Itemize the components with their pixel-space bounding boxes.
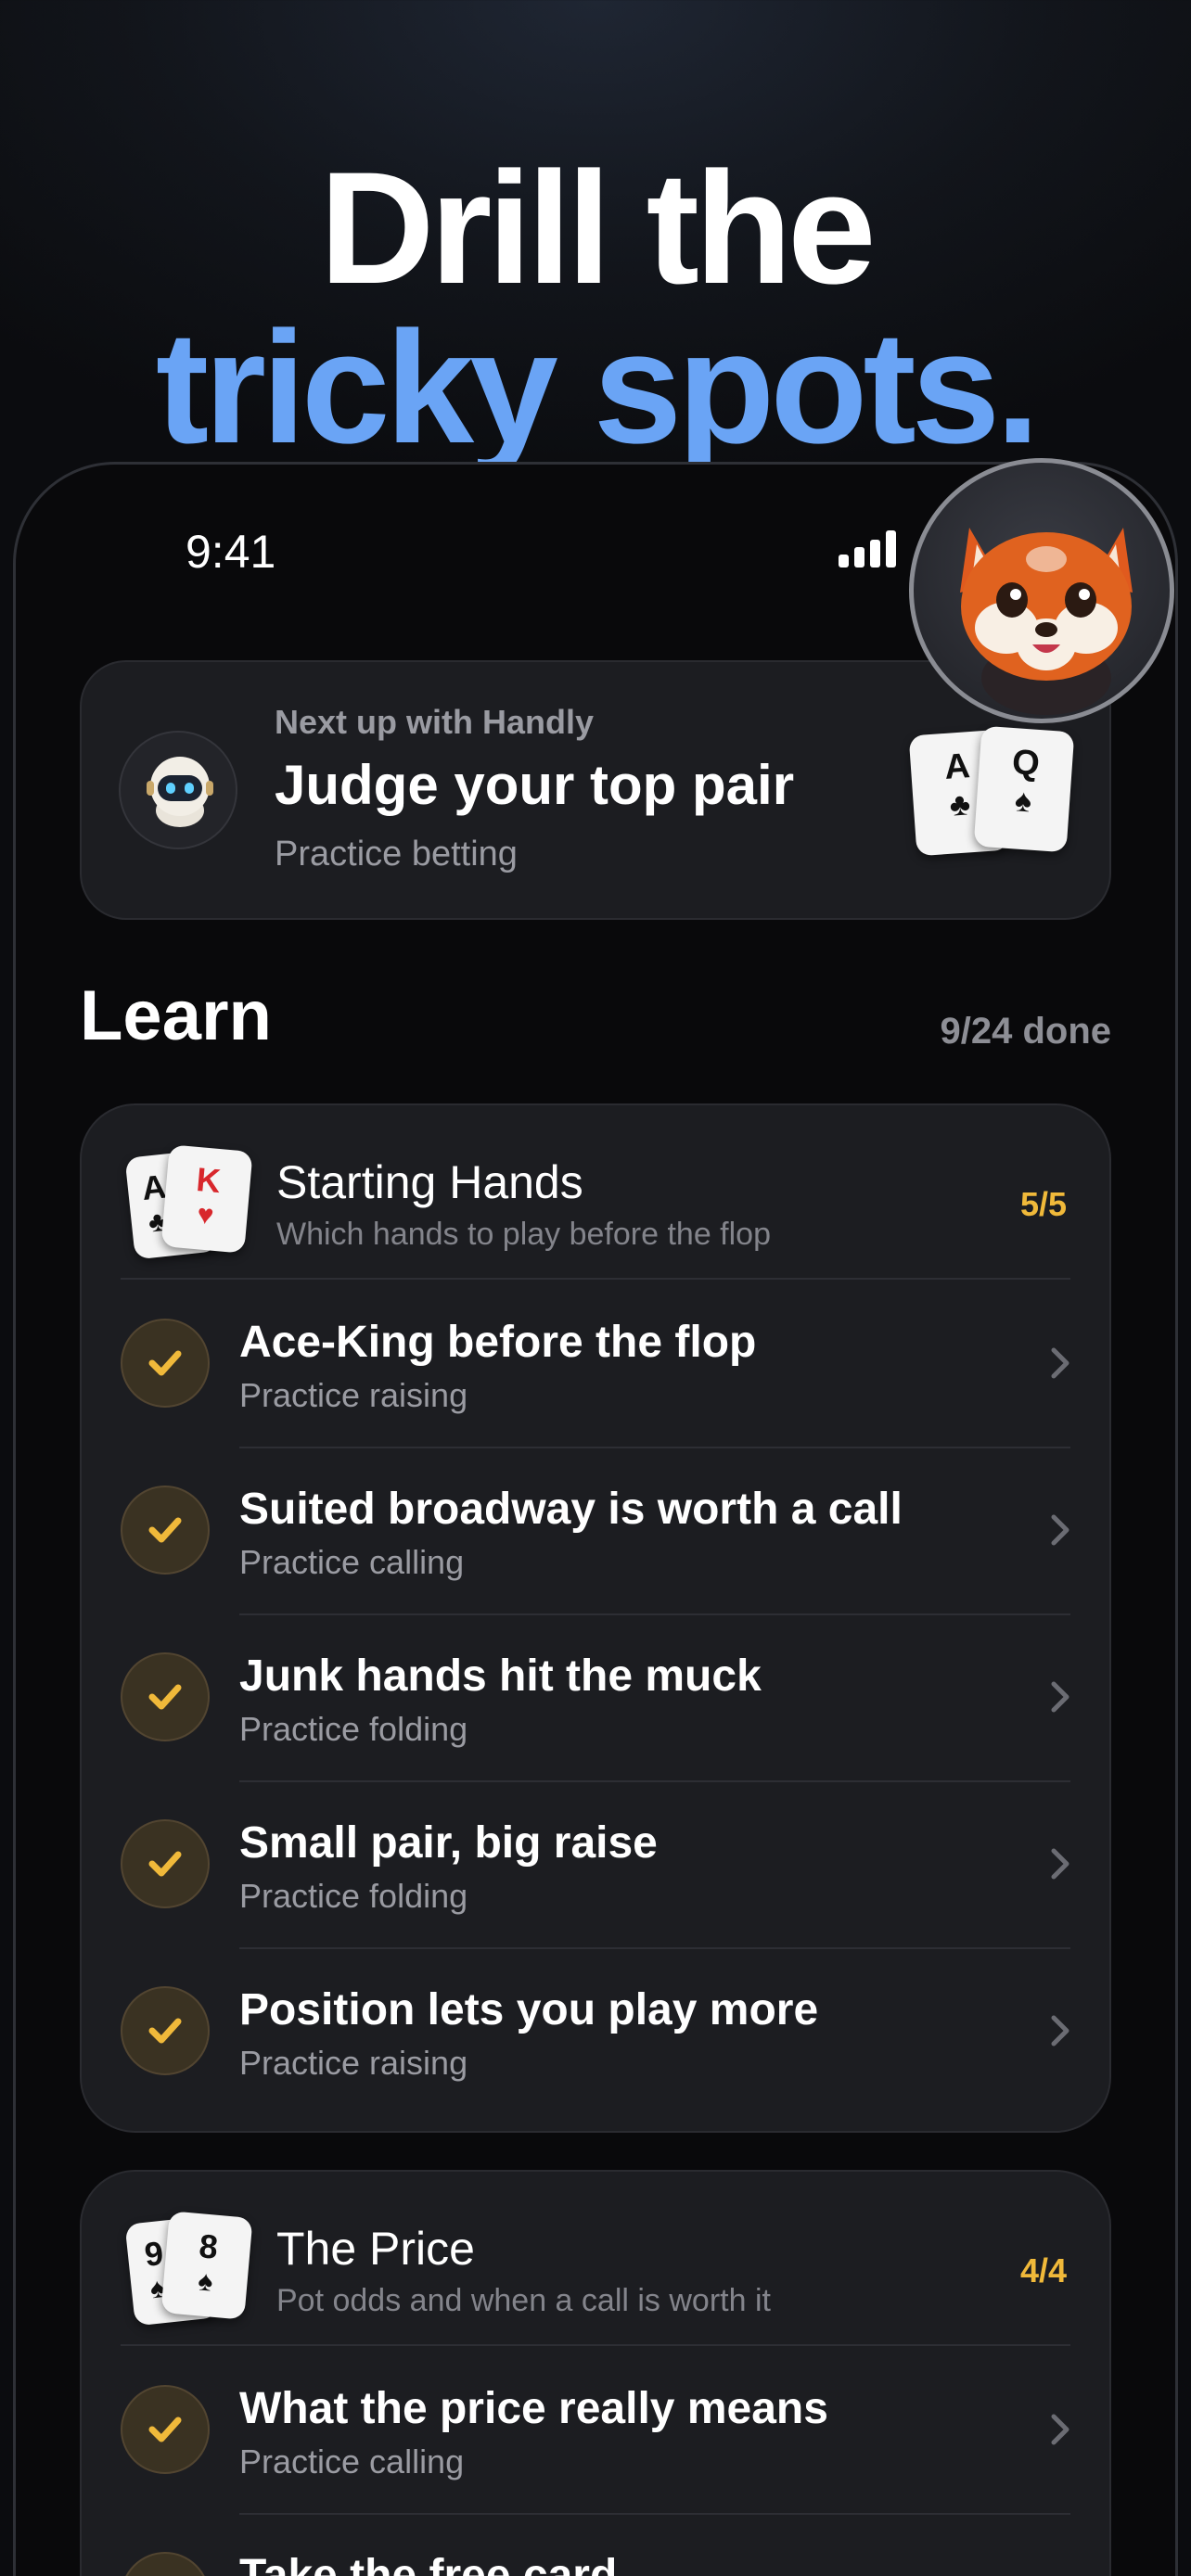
chevron-right-icon: [1051, 2414, 1069, 2445]
lesson-subtitle: Practice raising: [239, 2044, 468, 2082]
next-up-subtitle: Practice betting: [275, 835, 518, 874]
checkmark-icon: [121, 1486, 210, 1575]
red-panda-mascot-icon: [909, 458, 1174, 723]
playing-card: 8 ♠: [160, 2211, 253, 2320]
headline-line-2: tricky spots.: [155, 299, 1040, 477]
section-subtitle: Pot odds and when a call is worth it: [276, 2283, 771, 2318]
section-count: 4/4: [1019, 2251, 1067, 2289]
headline: Drill the tricky spots.: [0, 148, 1191, 467]
playing-card: Q ♠: [973, 725, 1075, 853]
next-up-title: Judge your top pair: [275, 754, 795, 816]
headline-line-1: Drill the: [319, 139, 876, 317]
section-subtitle: Which hands to play before the flop: [276, 1217, 771, 1252]
chevron-right-icon: [1051, 1848, 1069, 1880]
lesson-title: Position lets you play more: [239, 1985, 819, 2034]
checkmark-icon: [121, 2552, 210, 2576]
robot-icon: [119, 731, 237, 849]
section-title: Starting Hands: [276, 1156, 583, 1208]
chevron-right-icon: [1051, 2015, 1069, 2047]
next-up-label: Next up with Handly: [275, 703, 595, 741]
checkmark-icon: [121, 2385, 210, 2474]
lesson-row[interactable]: Take the free card: [82, 2513, 1109, 2576]
playing-card: K ♥: [160, 1144, 253, 1254]
section-starting-hands: A ♣ K ♥ Starting Hands Which hands to pl…: [80, 1103, 1111, 2133]
checkmark-icon: [121, 1652, 210, 1741]
lesson-subtitle: Practice raising: [239, 1376, 468, 1414]
learn-title: Learn: [80, 976, 272, 1055]
lesson-row[interactable]: Suited broadway is worth a call Practice…: [82, 1447, 1109, 1613]
lesson-title: Suited broadway is worth a call: [239, 1485, 903, 1534]
chevron-right-icon: [1051, 1681, 1069, 1713]
lesson-row[interactable]: What the price really means Practice cal…: [82, 2346, 1109, 2513]
lesson-row[interactable]: Junk hands hit the muck Practice folding: [82, 1613, 1109, 1780]
lesson-subtitle: Practice folding: [239, 1877, 468, 1915]
lesson-title: Small pair, big raise: [239, 1818, 658, 1868]
section-count: 5/5: [1019, 1185, 1067, 1223]
lesson-subtitle: Practice folding: [239, 1710, 468, 1748]
lesson-subtitle: Practice calling: [239, 2442, 465, 2480]
checkmark-icon: [121, 1319, 210, 1408]
lesson-title: What the price really means: [239, 2384, 828, 2433]
lesson-row[interactable]: Position lets you play more Practice rai…: [82, 1947, 1109, 2114]
lesson-title: Junk hands hit the muck: [239, 1651, 762, 1701]
section-title: The Price: [276, 2223, 475, 2275]
checkmark-icon: [121, 1819, 210, 1908]
chevron-right-icon: [1051, 1514, 1069, 1546]
lesson-row[interactable]: Small pair, big raise Practice folding: [82, 1780, 1109, 1947]
status-time: 9:41: [186, 526, 276, 578]
lesson-row[interactable]: Ace-King before the flop Practice raisin…: [82, 1280, 1109, 1447]
cellular-signal-icon: [839, 530, 896, 567]
chevron-right-icon: [1051, 1347, 1069, 1379]
learn-progress: 9/24 done: [940, 1011, 1111, 1052]
lesson-subtitle: Practice calling: [239, 1543, 465, 1581]
checkmark-icon: [121, 1986, 210, 2075]
lesson-title: Take the free card: [239, 2551, 618, 2576]
section-the-price: 9 ♠ 8 ♠ The Price Pot odds and when a ca…: [80, 2170, 1111, 2576]
lesson-title: Ace-King before the flop: [239, 1318, 757, 1367]
